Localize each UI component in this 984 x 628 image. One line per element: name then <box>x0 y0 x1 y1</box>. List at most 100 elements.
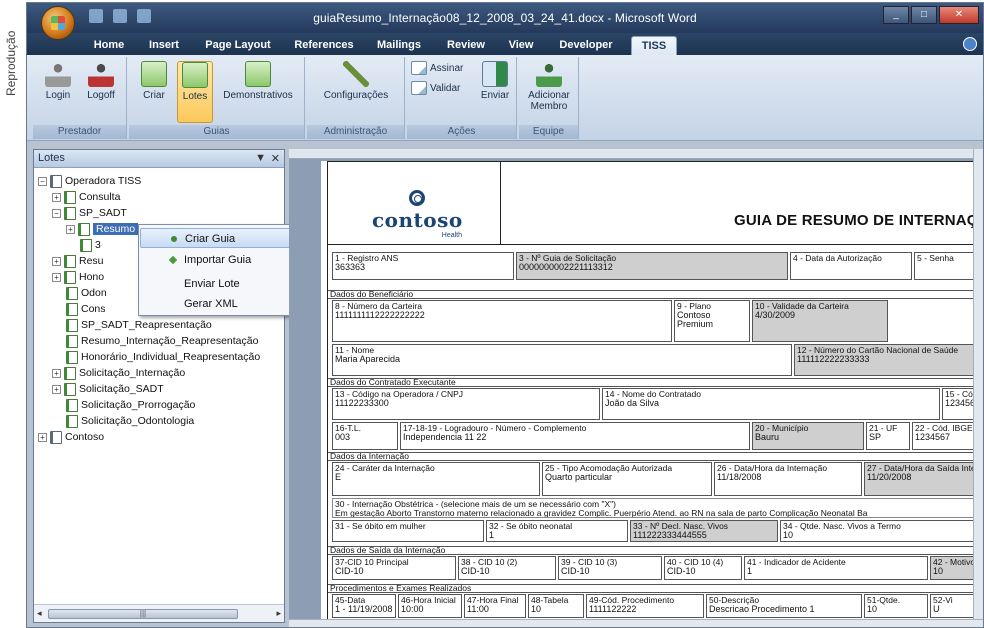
field-logradouro[interactable]: 17-18-19 - Logradouro - Número - Complem… <box>400 422 750 450</box>
tab-insert[interactable]: Insert <box>141 36 187 55</box>
tab-page-layout[interactable]: Page Layout <box>197 36 279 55</box>
field-nome-contratado[interactable]: 14 - Nome do Contratado João da Silva <box>602 388 940 420</box>
field-cartao-nacional[interactable]: 12 - Número do Cartão Nacional de Saúde 1… <box>794 344 983 376</box>
menu-item-criar-guia[interactable]: Criar Guia <box>140 228 302 248</box>
tree-node-child[interactable]: 3 <box>80 237 101 253</box>
tree-node-sol-prorrogacao[interactable]: Solicitação_Prorrogação <box>66 397 195 413</box>
expand-icon[interactable]: + <box>52 272 61 282</box>
tree-node-contoso[interactable]: + Contoso <box>38 429 104 445</box>
tab-review[interactable]: Review <box>439 36 493 55</box>
field-cid-2[interactable]: 38 - CID 10 (2) CID-10 <box>458 556 556 580</box>
field-obito-neonatal[interactable]: 32 - Se óbito neonatal 1 <box>486 520 628 542</box>
field-numero-carteira[interactable]: 8 - Número da Carteira 111111111222222222… <box>332 300 672 342</box>
office-button[interactable] <box>41 6 75 40</box>
field-carater-internacao[interactable]: 24 - Caráter da Internação E <box>332 462 540 496</box>
tab-view[interactable]: View <box>501 36 541 55</box>
assinar-button[interactable]: Assinar <box>411 61 463 75</box>
field-codigo-operadora[interactable]: 13 - Código na Operadora / CNPJ 111222333… <box>332 388 600 420</box>
tree-node-resumo-reap[interactable]: Resumo_Internação_Reapresentação <box>66 333 258 349</box>
validar-button[interactable]: Validar <box>411 81 460 95</box>
field-proc-hora-final[interactable]: 47-Hora Final 11:00 <box>464 594 526 618</box>
enviar-button[interactable]: Enviar <box>477 61 513 101</box>
group-administracao: Configurações Administração <box>307 57 405 139</box>
adicionar-membro-button[interactable]: Adicionar Membro <box>521 61 577 112</box>
scroll-left-icon[interactable]: ◂ <box>37 608 42 619</box>
minimize-button[interactable]: _ <box>883 6 909 24</box>
tab-mailings[interactable]: Mailings <box>369 36 429 55</box>
tab-developer[interactable]: Developer <box>551 36 621 55</box>
field-proc-data[interactable]: 45-Data 1 - 11/19/2008 <box>332 594 396 618</box>
field-tl[interactable]: 16-T.L. 003 <box>332 422 398 450</box>
field-municipio[interactable]: 20 - Município Bauru <box>752 422 864 450</box>
expand-icon[interactable]: + <box>52 256 61 266</box>
field-data-autorizacao[interactable]: 4 - Data da Autorização <box>790 252 912 280</box>
menu-item-enviar-lote[interactable]: Enviar Lote <box>140 274 302 294</box>
field-registro-ans[interactable]: 1 - Registro ANS 363363 <box>332 252 514 280</box>
tree-node-honorario[interactable]: + Hono <box>52 269 104 285</box>
tree-node-honorario-reap[interactable]: Honorário_Individual_Reapresentação <box>66 349 260 365</box>
field-cid-principal[interactable]: 37-CID 10 Principal CID-10 <box>332 556 456 580</box>
tree-node-sol-odonto[interactable]: Solicitação_Odontologia <box>66 413 194 429</box>
field-proc-codigo[interactable]: 49-Cód. Procedimento 1111122222 <box>586 594 704 618</box>
tree-node-consulta[interactable]: + Consulta <box>52 189 120 205</box>
demonstrativos-button[interactable]: Demonstrativos <box>215 61 301 101</box>
tab-home[interactable]: Home <box>85 36 133 55</box>
field-nome[interactable]: 11 - Nome Maria Aparecida <box>332 344 792 376</box>
field-proc-hora-inicial[interactable]: 46-Hora Inicial 10:00 <box>398 594 462 618</box>
field-qtde-nasc[interactable]: 34 - Qtde. Nasc. Vivos a Termo 10 <box>780 520 983 542</box>
field-obito-mulher[interactable]: 31 - Se óbito em mulher <box>332 520 484 542</box>
expand-icon[interactable]: + <box>66 224 75 234</box>
field-tipo-acomodacao[interactable]: 25 - Tipo Acomodação Autorizada Quarto pa… <box>542 462 712 496</box>
tree-node-selected[interactable]: + Resumo <box>66 221 139 237</box>
tab-tiss[interactable]: TISS <box>631 36 677 55</box>
pane-close-icon[interactable]: ✕ <box>271 152 280 165</box>
field-validade-carteira[interactable]: 10 - Validade da Carteira 4/30/2009 <box>752 300 888 342</box>
field-data-internacao[interactable]: 26 - Data/Hora da Internação 11/18/2008 <box>714 462 862 496</box>
menu-item-gerar-xml[interactable]: Gerar XML <box>140 294 302 314</box>
tree-node-consulta-reap[interactable]: Cons <box>66 301 106 317</box>
field-plano[interactable]: 9 - Plano Contoso Premium <box>674 300 750 342</box>
tree-node-sol-sadt[interactable]: + Solicitação_SADT <box>52 381 164 397</box>
help-icon[interactable] <box>963 37 977 51</box>
tree-node-resumo[interactable]: + Resu <box>52 253 104 269</box>
expand-icon[interactable]: + <box>52 368 61 378</box>
lotes-button[interactable]: Lotes <box>177 61 213 123</box>
field-data-saida[interactable]: 27 - Data/Hora da Saída Inte 11/20/2008 <box>864 462 983 496</box>
menu-item-importar-guia[interactable]: Importar Guia <box>140 250 302 270</box>
criar-button[interactable]: Criar <box>135 61 173 123</box>
scroll-thumb[interactable]: ||| <box>48 609 238 619</box>
document-vertical-scrollbar[interactable] <box>973 149 983 627</box>
tree-node-sp-sadt[interactable]: − SP_SADT <box>52 205 127 221</box>
field-internacao-obstetrica[interactable]: 30 - Internação Obstétrica - (selecione … <box>332 498 983 518</box>
field-proc-tabela[interactable]: 48-Tabela 10 <box>528 594 584 618</box>
document-page[interactable]: contoso Health GUIA DE RESUMO DE INTERNA… <box>321 161 983 627</box>
field-proc-qtde[interactable]: 51-Qtde. 10 <box>864 594 928 618</box>
tree-node-odonto[interactable]: Odon <box>66 285 107 301</box>
field-decl-nasc[interactable]: 33 - Nº Decl. Nasc. Vivos 111222333444555 <box>630 520 778 542</box>
expand-icon[interactable]: + <box>52 384 61 394</box>
maximize-button[interactable]: □ <box>911 6 937 24</box>
field-cid-3[interactable]: 39 - CID 10 (3) CID-10 <box>558 556 662 580</box>
close-button[interactable]: ✕ <box>939 6 979 24</box>
configuracoes-button[interactable]: Configurações <box>315 61 397 101</box>
field-indicador-acidente[interactable]: 41 - Indicador de Acidente 1 <box>744 556 928 580</box>
login-button[interactable]: Login <box>39 61 77 101</box>
pane-menu-icon[interactable]: ▼ <box>255 152 266 164</box>
lotes-horizontal-scrollbar[interactable]: ◂ ||| ▸ <box>34 604 284 622</box>
scroll-right-icon[interactable]: ▸ <box>276 608 281 619</box>
field-guia-solicitacao[interactable]: 3 - Nº Guia de Solicitação 00000000022211… <box>516 252 788 280</box>
collapse-icon[interactable]: − <box>38 176 47 186</box>
field-uf[interactable]: 21 - UF SP <box>866 422 910 450</box>
collapse-icon[interactable]: − <box>52 208 61 218</box>
tree-node-sol-internacao[interactable]: + Solicitação_Internação <box>52 365 185 381</box>
logoff-button[interactable]: Logoff <box>81 61 121 101</box>
field-proc-descricao[interactable]: 50-Descrição Descricao Procedimento 1 <box>706 594 862 618</box>
document-horizontal-scrollbar[interactable] <box>289 619 983 627</box>
guide-icon <box>64 366 76 380</box>
tree-node-sp-sadt-reap[interactable]: SP_SADT_Reapresentação <box>66 317 212 333</box>
expand-icon[interactable]: + <box>52 192 61 202</box>
tree-node-operadora-tiss[interactable]: − Operadora TISS <box>38 173 141 189</box>
tab-references[interactable]: References <box>289 36 359 55</box>
expand-icon[interactable]: + <box>38 432 47 442</box>
field-cid-4[interactable]: 40 - CID 10 (4) CID-10 <box>664 556 742 580</box>
